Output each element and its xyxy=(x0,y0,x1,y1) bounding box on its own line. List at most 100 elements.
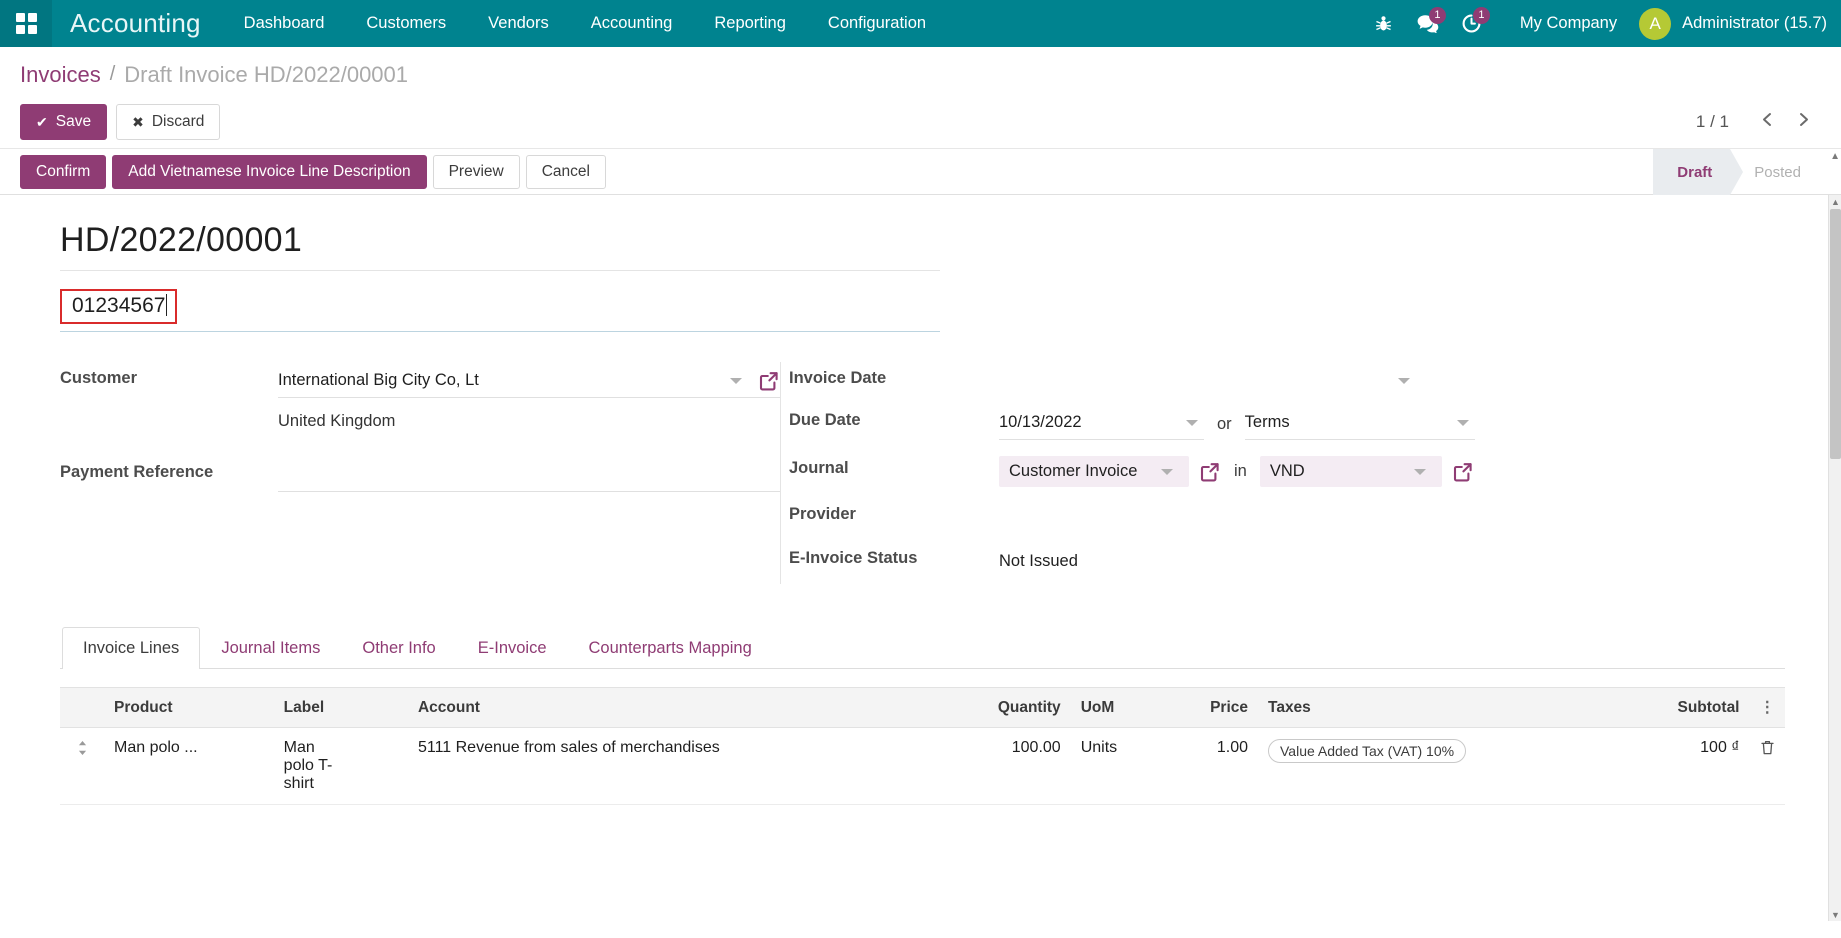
drag-handle-icon xyxy=(76,744,89,761)
cell-price[interactable]: 1.00 xyxy=(1163,728,1258,805)
chevron-down-icon[interactable] xyxy=(1414,469,1426,475)
column-account[interactable]: Account xyxy=(408,688,935,728)
record-title: HD/2022/00001 xyxy=(60,221,940,271)
chevron-down-icon[interactable] xyxy=(1398,378,1410,384)
invoice-reference-value: 01234567 xyxy=(72,294,165,317)
field-due-date: Due Date 10/13/2022 or Terms xyxy=(781,404,1480,446)
discard-button[interactable]: ✖ Discard xyxy=(116,104,220,140)
debug-menu-button[interactable] xyxy=(1362,0,1406,47)
cell-uom[interactable]: Units xyxy=(1071,728,1163,805)
journal-open-external-icon[interactable] xyxy=(1199,461,1221,483)
form-fields: Customer International Big City Co, Lt xyxy=(60,362,1785,584)
column-label[interactable]: Label xyxy=(274,688,408,728)
table-header-row: Product Label Account Quantity UoM Price… xyxy=(60,688,1785,728)
column-uom[interactable]: UoM xyxy=(1071,688,1163,728)
stage-posted[interactable]: Posted xyxy=(1730,149,1819,195)
company-switcher[interactable]: My Company xyxy=(1494,14,1635,33)
menu-item-accounting[interactable]: Accounting xyxy=(570,0,694,47)
times-icon: ✖ xyxy=(132,114,144,131)
add-vietnamese-invoice-line-description-button[interactable]: Add Vietnamese Invoice Line Description xyxy=(112,155,426,189)
scroll-down-arrow-icon[interactable]: ▼ xyxy=(1831,910,1840,919)
cell-account[interactable]: 5111 Revenue from sales of merchandises xyxy=(408,728,935,805)
main-menu: Dashboard Customers Vendors Accounting R… xyxy=(223,0,947,47)
column-price[interactable]: Price xyxy=(1163,688,1258,728)
control-panel: Invoices / Draft Invoice HD/2022/00001 ✔… xyxy=(0,47,1841,149)
form-column-right: Invoice Date Due Date 10/13/2022 xyxy=(780,362,1480,584)
chevron-left-icon xyxy=(1759,111,1776,133)
cell-product[interactable]: Man polo ... xyxy=(104,728,274,805)
invoice-lines-body: Man polo ... Man polo T-shirt 5111 Reven… xyxy=(60,728,1785,805)
record-actions: ✔ Save ✖ Discard 1 / 1 xyxy=(20,96,1841,148)
chevron-down-icon[interactable] xyxy=(730,378,742,384)
tab-counterparts-mapping[interactable]: Counterparts Mapping xyxy=(568,627,773,669)
currency-input[interactable]: VND xyxy=(1260,456,1442,487)
confirm-button[interactable]: Confirm xyxy=(20,155,106,189)
breadcrumb-separator: / xyxy=(101,63,125,86)
due-date-input[interactable]: 10/13/2022 xyxy=(999,408,1204,440)
chevron-down-icon[interactable] xyxy=(1457,420,1469,426)
column-product[interactable]: Product xyxy=(104,688,274,728)
field-einvoice-status: E-Invoice Status Not Issued xyxy=(781,542,1480,584)
menu-item-customers[interactable]: Customers xyxy=(345,0,467,47)
column-quantity[interactable]: Quantity xyxy=(935,688,1071,728)
customer-input[interactable]: International Big City Co, Lt xyxy=(278,366,780,398)
form-sheet-container: HD/2022/00001 01234567 Customer Internat… xyxy=(0,195,1841,921)
cell-label[interactable]: Man polo T-shirt xyxy=(274,728,408,805)
einvoice-status-value-wrap: Not Issued xyxy=(999,546,1480,578)
currency-open-external-icon[interactable] xyxy=(1452,461,1474,483)
field-customer: Customer International Big City Co, Lt xyxy=(60,362,780,452)
menu-item-vendors[interactable]: Vendors xyxy=(467,0,570,47)
tab-journal-items[interactable]: Journal Items xyxy=(200,627,341,669)
cell-taxes[interactable]: Value Added Tax (VAT) 10% xyxy=(1258,728,1615,805)
payment-terms-input[interactable]: Terms xyxy=(1245,408,1475,440)
form-column-left: Customer International Big City Co, Lt xyxy=(60,362,780,584)
cancel-button[interactable]: Cancel xyxy=(526,155,606,189)
scroll-up-arrow-icon[interactable]: ▲ xyxy=(1831,197,1840,206)
row-drag-handle[interactable] xyxy=(60,728,104,805)
vertical-scrollbar[interactable]: ▲ ▼ xyxy=(1828,195,1841,921)
column-taxes[interactable]: Taxes xyxy=(1258,688,1615,728)
menu-item-configuration[interactable]: Configuration xyxy=(807,0,947,47)
apps-grid-icon xyxy=(16,13,37,34)
menu-item-dashboard[interactable]: Dashboard xyxy=(223,0,346,47)
invoice-lines-header: Product Label Account Quantity UoM Price… xyxy=(60,688,1785,728)
field-payment-reference: Payment Reference xyxy=(60,456,780,498)
cell-product-value: Man polo ... xyxy=(114,739,222,757)
cell-quantity[interactable]: 100.00 xyxy=(935,728,1071,805)
provider-input[interactable] xyxy=(999,502,1480,534)
field-provider: Provider xyxy=(781,498,1480,540)
tab-invoice-lines[interactable]: Invoice Lines xyxy=(62,627,200,669)
activities-button[interactable]: 1 xyxy=(1450,0,1494,47)
table-row[interactable]: Man polo ... Man polo T-shirt 5111 Reven… xyxy=(60,728,1785,805)
app-brand-title[interactable]: Accounting xyxy=(52,8,223,39)
messages-button[interactable]: 1 xyxy=(1406,0,1450,47)
column-options-toggle[interactable]: ⋮ xyxy=(1750,688,1786,728)
user-name-label: Administrator (15.7) xyxy=(1671,14,1827,33)
stage-draft[interactable]: Draft xyxy=(1653,149,1730,195)
due-date-conjunction: or xyxy=(1204,415,1245,434)
field-customer-label: Customer xyxy=(60,362,278,388)
scrollbar-thumb[interactable] xyxy=(1830,209,1841,459)
field-journal: Journal Customer Invoice xyxy=(781,452,1480,494)
pager-previous-button[interactable] xyxy=(1751,106,1783,138)
tab-e-invoice[interactable]: E-Invoice xyxy=(457,627,568,669)
messages-badge: 1 xyxy=(1429,7,1446,24)
customer-open-external-icon[interactable] xyxy=(758,370,780,392)
chevron-down-icon[interactable] xyxy=(1161,469,1173,475)
save-button[interactable]: ✔ Save xyxy=(20,104,107,140)
payment-reference-input[interactable] xyxy=(278,460,780,492)
pager-next-button[interactable] xyxy=(1787,106,1819,138)
journal-input[interactable]: Customer Invoice xyxy=(999,456,1189,487)
user-menu[interactable]: A Administrator (15.7) xyxy=(1635,8,1827,40)
preview-button[interactable]: Preview xyxy=(433,155,520,189)
invoice-date-input[interactable] xyxy=(999,366,1480,398)
chevron-down-icon[interactable] xyxy=(1186,420,1198,426)
row-delete-button[interactable] xyxy=(1750,728,1786,805)
discard-button-label: Discard xyxy=(152,113,205,131)
menu-item-reporting[interactable]: Reporting xyxy=(693,0,807,47)
breadcrumb-root-link[interactable]: Invoices xyxy=(20,62,101,88)
apps-menu-toggle[interactable] xyxy=(0,0,52,47)
invoice-reference-input[interactable]: 01234567 xyxy=(60,289,177,324)
column-subtotal[interactable]: Subtotal xyxy=(1615,688,1749,728)
tab-other-info[interactable]: Other Info xyxy=(341,627,456,669)
